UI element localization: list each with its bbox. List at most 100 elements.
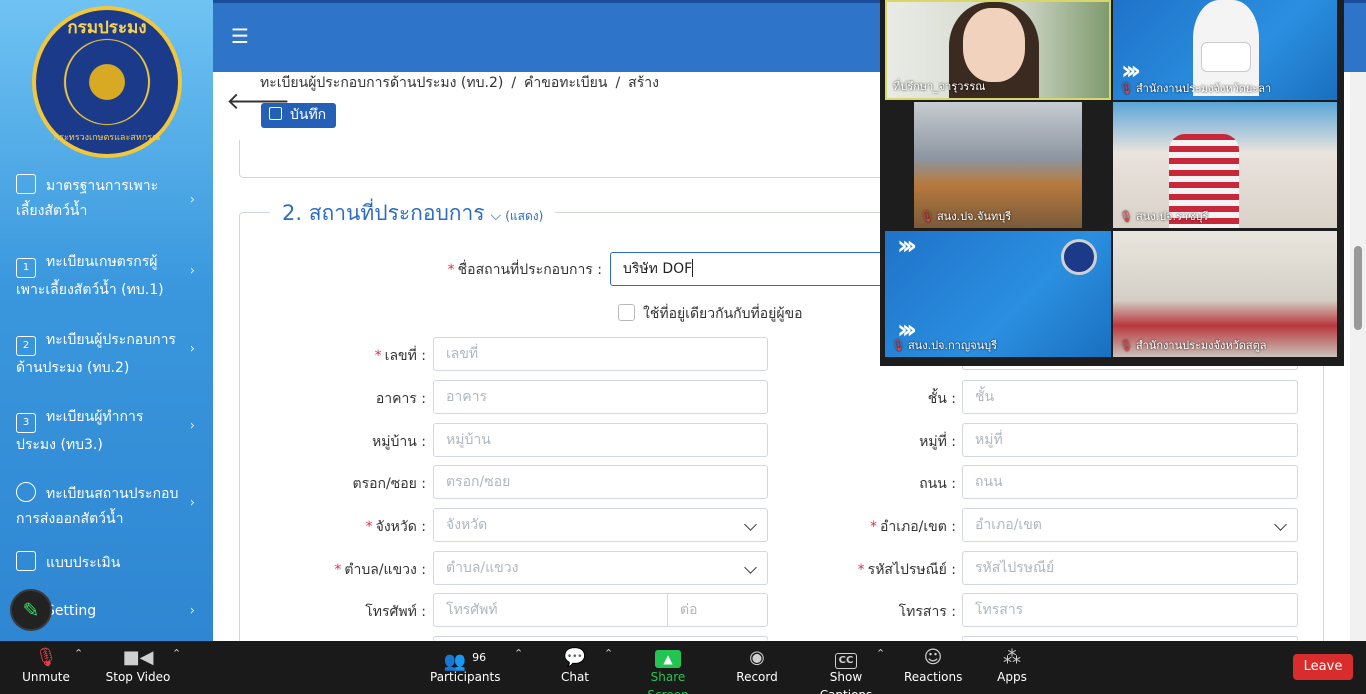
district-label: * อำเภอ/เขต : — [869, 519, 956, 535]
sidebar-item-export-registry[interactable]: ทะเบียนสถานประกอบการส่งออกสัตว์น้ำ › — [0, 464, 213, 541]
video-tile[interactable]: ››› ››› 🎙 สนง.ปจ.กาญจนบุรี — [885, 231, 1111, 357]
stop-video-label: Stop Video — [105, 670, 171, 684]
house-no-input[interactable]: เลขที่ — [433, 337, 768, 371]
stop-video-button[interactable]: ■◀ Stop Video — [104, 641, 172, 694]
province-select[interactable]: จังหวัด — [433, 508, 768, 542]
participants-button[interactable]: 👥 96 Participants — [430, 641, 501, 694]
fax-input[interactable]: โทรสาร — [962, 593, 1298, 627]
text-cursor — [692, 259, 694, 277]
apps-button[interactable]: ⁂ Apps — [992, 641, 1032, 694]
subdistrict-select[interactable]: ตำบล/แขวง — [433, 551, 768, 585]
sidebar-item-label: มาตรฐานการเพาะเลี้ยงสัตว์น้ำ — [16, 178, 159, 219]
chevron-up-icon[interactable]: ⌃ — [172, 647, 181, 660]
sidebar-item-assessment[interactable]: แบบประเมิน — [0, 541, 213, 587]
form-icon — [16, 551, 36, 571]
department-logo[interactable]: กรมประมง กระทรวงเกษตรและสหกรณ์ — [32, 6, 182, 158]
video-tile[interactable]: 🎙 สนง.ปจ.จันทบุรี — [914, 102, 1082, 228]
share-screen-button[interactable]: ▲ Share Screen — [630, 641, 706, 694]
sidebar-item-label: ทะเบียนผู้ประกอบการด้านประมง (ทบ.2) — [16, 332, 176, 376]
floppy-disk-icon — [269, 107, 282, 120]
record-button[interactable]: ◉ Record — [735, 641, 779, 694]
muted-mic-icon: 🎙 — [1119, 210, 1133, 223]
road-label: ถนน : — [919, 476, 956, 492]
leave-button[interactable]: Leave — [1293, 654, 1353, 680]
muted-mic-icon: 🎙 — [1119, 82, 1133, 95]
chevron-right-icon: › — [189, 263, 195, 279]
same-address-checkbox[interactable] — [618, 304, 635, 321]
chevron-right-icon: › — [189, 192, 195, 208]
village-input[interactable]: หมู่บ้าน — [433, 423, 768, 457]
video-gallery: ที่ปรึกษา_จารุวรรณ ››› 🎙 สำนักงานประมงจัง… — [880, 0, 1344, 366]
sidebar-item-label: Setting — [46, 603, 97, 619]
video-tile[interactable]: ››› 🎙 สำนักงานประมงจังหวัดยะลา — [1113, 0, 1337, 100]
chevron-up-icon[interactable]: ⌃ — [514, 647, 523, 660]
chevron-up-icon[interactable]: ⌃ — [604, 647, 613, 660]
breadcrumb-item[interactable]: คำขอทะเบียน — [524, 75, 607, 91]
sidebar-item-label: ทะเบียนสถานประกอบการส่งออกสัตว์น้ำ — [16, 486, 179, 527]
share-screen-icon: ▲ — [630, 641, 706, 668]
scrollbar-thumb[interactable] — [1354, 246, 1362, 330]
building-input[interactable]: อาคาร — [433, 380, 768, 414]
reactions-button[interactable]: ☺ Reactions — [904, 641, 962, 694]
unmute-button[interactable]: 🎙 Unmute — [16, 641, 76, 694]
unmute-label: Unmute — [22, 670, 70, 684]
record-icon: ◉ — [749, 647, 765, 668]
chat-button[interactable]: 💬 Chat — [553, 641, 597, 694]
sidebar-nav: มาตรฐานการเพาะเลี้ยงสัตว์น้ำ › 1 ทะเบียนเ… — [0, 168, 213, 635]
annotation-pen-icon[interactable]: ✎ — [10, 589, 52, 631]
sidebar-item-aquaculture-standard[interactable]: มาตรฐานการเพาะเลี้ยงสัตว์น้ำ › — [0, 168, 213, 232]
section-2-header[interactable]: 2. สถานที่ประกอบการ ⌵ (แสดง) — [270, 197, 556, 230]
chevron-down-icon: ⌵ — [490, 208, 502, 224]
participant-name: 🎙 สนง.ปจ.จันทบุรี — [920, 210, 1012, 223]
sidebar-item-farmer-registry[interactable]: 1 ทะเบียนเกษตรกรผู้เพาะเลี้ยงสัตว์น้ำ (ทบ… — [0, 232, 213, 310]
section-1-panel — [239, 140, 899, 178]
sidebar-item-fisher-registry[interactable]: 3 ทะเบียนผู้ทำการประมง (ทบ3.) › — [0, 387, 213, 464]
participant-name: 🎙 สนง.ปจ.กาญจนบุรี — [891, 339, 998, 352]
save-button[interactable]: บันทึก — [261, 103, 336, 128]
video-tile[interactable]: 🎙 สนง.ปจ.ราชบุรี — [1113, 102, 1337, 228]
video-camera-icon: ■◀ — [122, 647, 154, 668]
section-title: 2. สถานที่ประกอบการ — [282, 201, 485, 225]
postcode-input[interactable]: รหัสไปรษณีย์ — [962, 551, 1298, 585]
screen: กรมประมง กระทรวงเกษตรและสหกรณ์ มาตรฐานกา… — [0, 0, 1366, 694]
breadcrumb-item[interactable]: ทะเบียนผู้ประกอบการด้านประมง (ทบ.2) — [260, 75, 503, 91]
sidebar-item-operator-registry[interactable]: 2 ทะเบียนผู้ประกอบการด้านประมง (ทบ.2) › — [0, 310, 213, 387]
chevron-up-icon[interactable]: ⌃ — [876, 647, 885, 660]
moo-label: หมู่ที่ : — [919, 434, 956, 450]
participants-count: 96 — [472, 651, 487, 664]
chevrons-decor: ››› — [897, 231, 917, 261]
participants-icon: 👥 96 — [443, 651, 487, 672]
phone-ext-input[interactable]: ต่อ — [667, 593, 768, 627]
logo-emblem-icon — [66, 40, 148, 124]
moo-input[interactable]: หมู่ที่ — [962, 423, 1298, 457]
menu-toggle-icon[interactable]: ☰ — [231, 26, 253, 46]
floor-input[interactable]: ชั้น — [962, 380, 1298, 414]
province-label: * จังหวัด : — [365, 519, 426, 535]
scrollbar[interactable] — [1350, 72, 1366, 641]
village-label: หมู่บ้าน : — [372, 434, 426, 450]
chevron-right-icon: › — [189, 418, 195, 433]
muted-mic-icon: 🎙 — [1119, 339, 1133, 352]
globe-icon — [16, 482, 36, 502]
section-toggle[interactable]: (แสดง) — [505, 209, 543, 223]
district-select[interactable]: อำเภอ/เขต — [962, 508, 1298, 542]
chevron-up-icon[interactable]: ⌃ — [74, 647, 83, 660]
chevron-right-icon: › — [189, 495, 195, 510]
document-icon — [16, 174, 36, 194]
business-name-input[interactable]: บริษัท DOF — [610, 252, 885, 286]
sidebar-item-label: แบบประเมิน — [46, 555, 121, 571]
video-tile[interactable]: ที่ปรึกษา_จารุวรรณ — [885, 0, 1111, 100]
house-no-label: * เลขที่ : — [374, 348, 426, 364]
floor-label: ชั้น : — [927, 391, 956, 407]
phone-input[interactable]: โทรศัพท์ — [433, 593, 668, 627]
participant-face — [963, 8, 1025, 82]
business-name-label: * ชื่อสถานที่ประกอบการ : — [447, 262, 602, 278]
soi-input[interactable]: ตรอก/ซอย — [433, 465, 768, 499]
chevron-right-icon: › — [189, 603, 195, 619]
sidebar-item-label: ทะเบียนเกษตรกรผู้เพาะเลี้ยงสัตว์น้ำ (ทบ.… — [16, 254, 164, 298]
chat-bubble-icon: 💬 — [563, 647, 587, 668]
number-1-icon: 1 — [16, 258, 36, 278]
road-input[interactable]: ถนน — [962, 465, 1298, 499]
video-tile[interactable]: 🎙 สำนักงานประมงจังหวัดสตูล — [1113, 231, 1337, 357]
logo-text-top: กรมประมง — [67, 18, 147, 38]
